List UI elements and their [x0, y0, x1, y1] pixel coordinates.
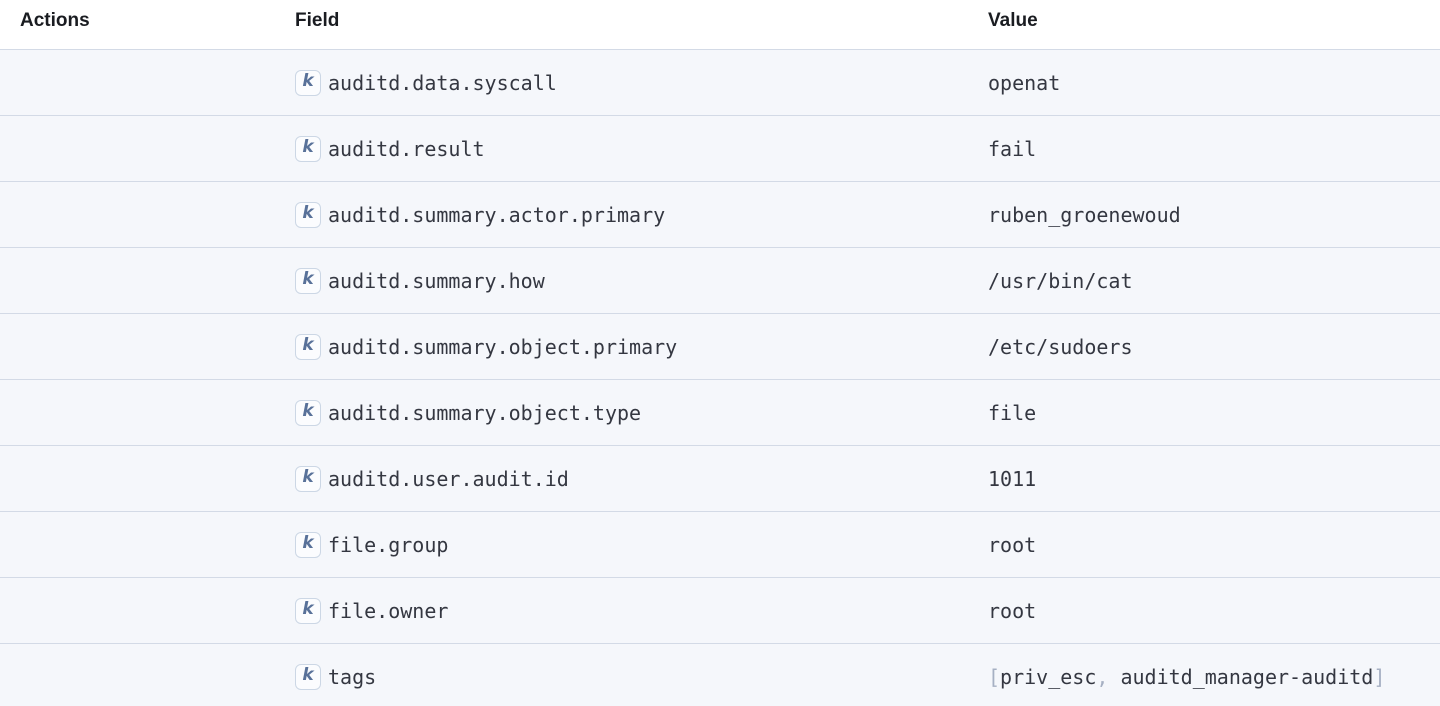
field-value: /usr/bin/cat — [988, 269, 1133, 293]
table-row: k auditd.user.audit.id 1011 — [0, 446, 1440, 512]
field-cell: k auditd.summary.how — [295, 268, 988, 294]
keyword-type-icon: k — [295, 70, 321, 96]
field-value: openat — [988, 71, 1060, 95]
field-name: auditd.user.audit.id — [328, 467, 569, 491]
field-name: auditd.summary.how — [328, 269, 545, 293]
keyword-type-icon: k — [295, 400, 321, 426]
field-cell: k auditd.user.audit.id — [295, 466, 988, 492]
keyword-type-icon: k — [295, 334, 321, 360]
field-name: tags — [328, 665, 376, 689]
field-name: auditd.summary.actor.primary — [328, 203, 665, 227]
value-cell: 1011 — [988, 467, 1440, 491]
value-cell: root — [988, 599, 1440, 623]
value-cell: root — [988, 533, 1440, 557]
column-header-field: Field — [295, 0, 988, 42]
field-value-table: Actions Field Value k auditd.data.syscal… — [0, 0, 1440, 706]
keyword-type-icon: k — [295, 268, 321, 294]
table-header-row: Actions Field Value — [0, 0, 1440, 50]
keyword-type-icon: k — [295, 598, 321, 624]
field-name: auditd.summary.object.type — [328, 401, 641, 425]
keyword-type-icon: k — [295, 136, 321, 162]
table-row: k auditd.summary.actor.primary ruben_gro… — [0, 182, 1440, 248]
field-value: ruben_groenewoud — [988, 203, 1181, 227]
value-cell: [priv_esc, auditd_manager-auditd] — [988, 665, 1440, 689]
field-value: /etc/sudoers — [988, 335, 1133, 359]
field-value: [priv_esc, auditd_manager-auditd] — [988, 665, 1385, 689]
field-value: 1011 — [988, 467, 1036, 491]
value-cell: fail — [988, 137, 1440, 161]
value-cell: file — [988, 401, 1440, 425]
table-body: k auditd.data.syscall openat k auditd.re… — [0, 50, 1440, 706]
table-row: k auditd.result fail — [0, 116, 1440, 182]
field-cell: k file.owner — [295, 598, 988, 624]
field-value: root — [988, 533, 1036, 557]
value-cell: /etc/sudoers — [988, 335, 1440, 359]
keyword-type-icon: k — [295, 202, 321, 228]
table-row: k tags [priv_esc, auditd_manager-auditd] — [0, 644, 1440, 706]
keyword-type-icon: k — [295, 664, 321, 690]
table-row: k auditd.summary.object.primary /etc/sud… — [0, 314, 1440, 380]
table-row: k auditd.data.syscall openat — [0, 50, 1440, 116]
field-name: auditd.data.syscall — [328, 71, 557, 95]
column-header-actions: Actions — [0, 0, 295, 42]
field-value: root — [988, 599, 1036, 623]
value-cell: openat — [988, 71, 1440, 95]
field-cell: k file.group — [295, 532, 988, 558]
field-name: auditd.summary.object.primary — [328, 335, 677, 359]
field-name: auditd.result — [328, 137, 485, 161]
field-cell: k auditd.summary.object.primary — [295, 334, 988, 360]
table-row: k auditd.summary.how /usr/bin/cat — [0, 248, 1440, 314]
value-cell: /usr/bin/cat — [988, 269, 1440, 293]
field-name: file.group — [328, 533, 448, 557]
field-cell: k auditd.summary.actor.primary — [295, 202, 988, 228]
table-row: k file.owner root — [0, 578, 1440, 644]
table-row: k auditd.summary.object.type file — [0, 380, 1440, 446]
column-header-value: Value — [988, 0, 1440, 42]
field-cell: k auditd.data.syscall — [295, 70, 988, 96]
field-value: file — [988, 401, 1036, 425]
field-value: fail — [988, 137, 1036, 161]
field-name: file.owner — [328, 599, 448, 623]
field-cell: k auditd.result — [295, 136, 988, 162]
field-cell: k auditd.summary.object.type — [295, 400, 988, 426]
keyword-type-icon: k — [295, 466, 321, 492]
table-row: k file.group root — [0, 512, 1440, 578]
value-cell: ruben_groenewoud — [988, 203, 1440, 227]
field-cell: k tags — [295, 664, 988, 690]
keyword-type-icon: k — [295, 532, 321, 558]
